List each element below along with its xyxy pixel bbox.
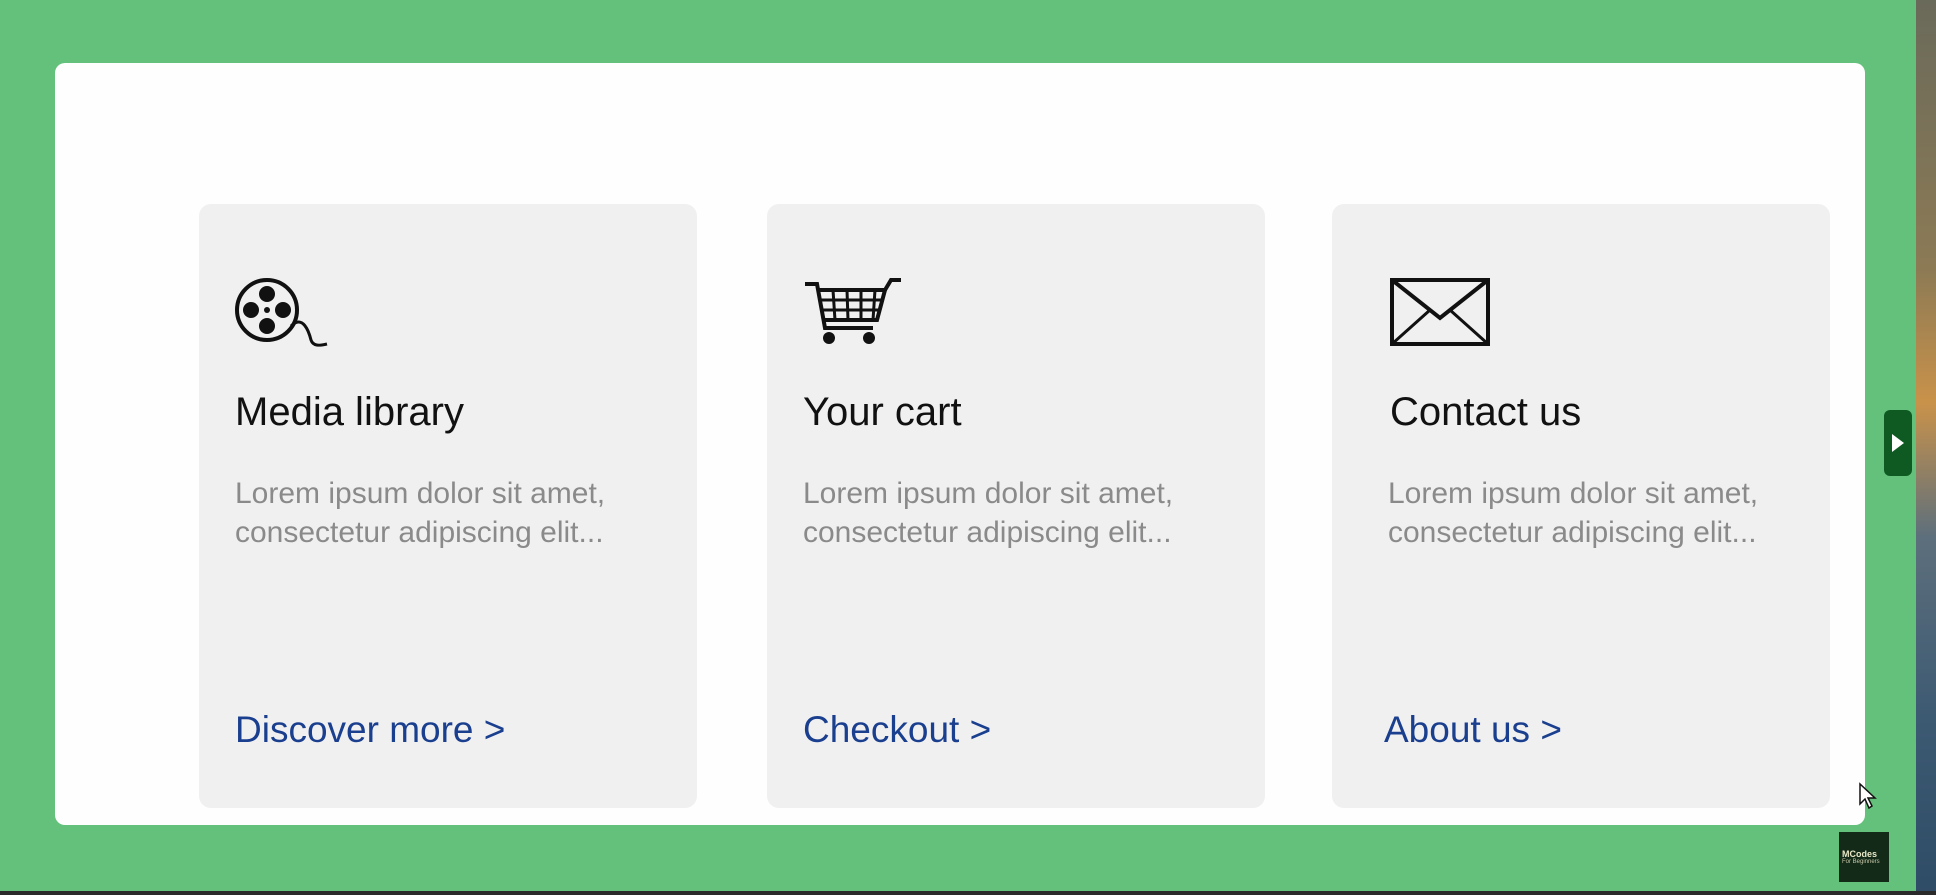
card-contact-us: Contact us Lorem ipsum dolor sit amet, c… [1332, 204, 1830, 808]
logo-subtext: For Beginners [1842, 859, 1880, 865]
card-description: Lorem ipsum dolor sit amet, consectetur … [803, 477, 1174, 549]
about-us-link[interactable]: About us > [1384, 709, 1562, 751]
card-your-cart: Your cart Lorem ipsum dolor sit amet, co… [767, 204, 1265, 808]
card-title: Your cart [803, 390, 962, 434]
checkout-link[interactable]: Checkout > [803, 709, 991, 751]
card-description: Lorem ipsum dolor sit amet, consectetur … [235, 477, 606, 549]
film-reel-icon [235, 274, 335, 348]
logo-text: MCodes [1842, 849, 1878, 859]
discover-more-link[interactable]: Discover more > [235, 709, 505, 751]
card-title: Media library [235, 390, 464, 434]
card-title: Contact us [1390, 390, 1582, 434]
background-wallpaper-edge [1916, 0, 1936, 895]
mouse-cursor-icon [1858, 782, 1878, 815]
channel-logo: MCodes For Beginners [1839, 832, 1889, 882]
bottom-edge [0, 891, 1936, 895]
content-panel: Media library Lorem ipsum dolor sit amet… [55, 63, 1865, 825]
play-arrow-icon [1892, 434, 1904, 452]
card-media-library: Media library Lorem ipsum dolor sit amet… [199, 204, 697, 808]
shopping-cart-icon [803, 274, 903, 348]
envelope-icon [1390, 274, 1490, 348]
expand-sidebar-button[interactable] [1884, 410, 1912, 476]
card-description: Lorem ipsum dolor sit amet, consectetur … [1388, 477, 1759, 549]
